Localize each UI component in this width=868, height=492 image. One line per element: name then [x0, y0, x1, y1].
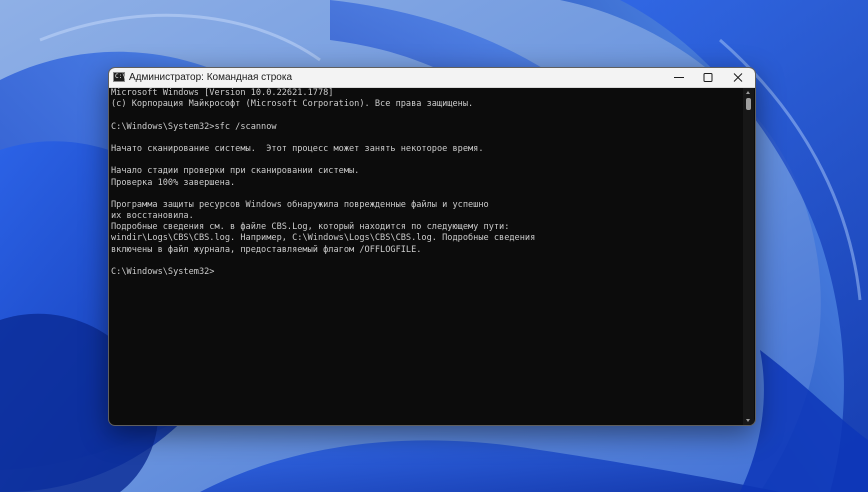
console-line: Начато сканирование системы. Этот процес…	[111, 143, 484, 154]
close-button[interactable]	[723, 68, 753, 87]
console-line: windir\Logs\CBS\CBS.log. Например, C:\Wi…	[111, 233, 536, 244]
maximize-button[interactable]	[693, 68, 723, 87]
close-icon	[733, 73, 743, 82]
window-title: Администратор: Командная строка	[129, 72, 293, 83]
scroll-thumb[interactable]	[746, 98, 751, 110]
scroll-up-icon[interactable]	[746, 91, 750, 94]
vertical-scrollbar[interactable]	[743, 88, 754, 425]
console-line: Проверка 100% завершена.	[111, 177, 236, 188]
console-line: (c) Корпорация Майкрософт (Microsoft Cor…	[111, 99, 474, 110]
console-output[interactable]: Microsoft Windows [Version 10.0.22621.17…	[109, 88, 743, 425]
maximize-icon	[703, 73, 713, 82]
console-line: C:\Windows\System32>	[111, 267, 215, 277]
console-line: Программа защиты ресурсов Windows обнару…	[111, 199, 489, 210]
minimize-icon	[674, 77, 684, 78]
console-line: Подробные сведения см. в файле CBS.Log, …	[111, 222, 510, 233]
console-line: C:\Windows\System32>sfc /scannow	[111, 121, 277, 132]
console-line: Начало стадии проверки при сканировании …	[111, 166, 360, 177]
console-line: включены в файл журнала, предоставляемый…	[111, 244, 422, 255]
title-bar[interactable]: C:\ Администратор: Командная строка	[109, 68, 755, 88]
console-line: Microsoft Windows [Version 10.0.22621.17…	[111, 88, 334, 98]
console-line: их восстановила.	[111, 211, 194, 222]
scroll-down-icon[interactable]	[746, 419, 750, 422]
minimize-button[interactable]	[664, 68, 694, 87]
command-prompt-window[interactable]: C:\ Администратор: Командная строка Micr…	[108, 67, 756, 426]
cmd-icon: C:\	[113, 72, 126, 82]
